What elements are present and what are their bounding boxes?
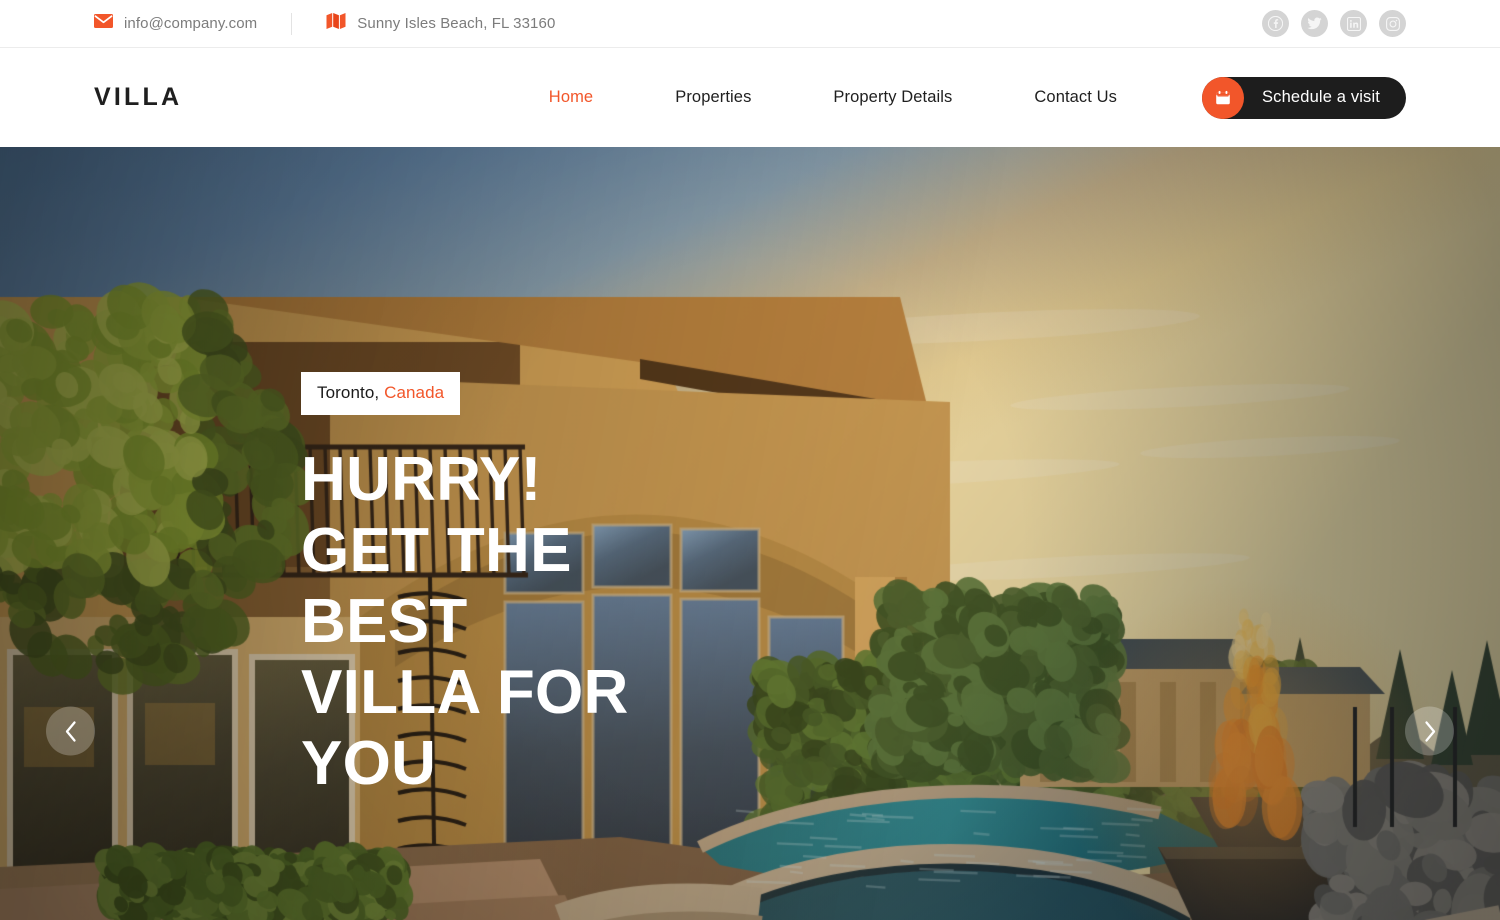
main-nav: Home Properties Property Details Contact… xyxy=(508,77,1406,119)
nav-item-properties[interactable]: Properties xyxy=(634,88,792,107)
hero-title-line-4: YOU xyxy=(301,728,731,799)
hero-title-line-1: HURRY! xyxy=(301,444,731,515)
topbar-divider xyxy=(291,13,292,35)
nav-item-property-details[interactable]: Property Details xyxy=(792,88,993,107)
map-icon xyxy=(326,12,346,35)
schedule-visit-label: Schedule a visit xyxy=(1262,88,1380,107)
slider-next-button[interactable] xyxy=(1405,707,1454,756)
hero-title-line-2: GET THE BEST xyxy=(301,515,731,657)
mail-icon xyxy=(94,14,113,33)
nav-item-home[interactable]: Home xyxy=(508,88,634,107)
hero-background-image xyxy=(0,147,1500,920)
topbar-email[interactable]: info@company.com xyxy=(94,14,257,33)
topbar: info@company.com Sunny Isles Beach, FL 3… xyxy=(0,0,1500,48)
location-city: Toronto, xyxy=(317,383,379,402)
instagram-icon[interactable] xyxy=(1379,10,1406,37)
social-links xyxy=(1262,10,1406,37)
logo[interactable]: VILLA xyxy=(94,83,182,112)
topbar-address-text: Sunny Isles Beach, FL 33160 xyxy=(357,15,555,32)
chevron-right-icon xyxy=(1422,720,1438,742)
location-badge: Toronto, Canada xyxy=(301,372,460,415)
topbar-address[interactable]: Sunny Isles Beach, FL 33160 xyxy=(326,12,555,35)
topbar-contact-group: info@company.com Sunny Isles Beach, FL 3… xyxy=(94,12,555,35)
hero-title: HURRY! GET THE BEST VILLA FOR YOU xyxy=(301,444,731,799)
nav-item-contact-us[interactable]: Contact Us xyxy=(993,88,1158,107)
hero-content: Toronto, Canada HURRY! GET THE BEST VILL… xyxy=(301,372,731,799)
twitter-icon[interactable] xyxy=(1301,10,1328,37)
chevron-left-icon xyxy=(63,720,79,742)
site-header: VILLA Home Properties Property Details C… xyxy=(0,48,1500,147)
schedule-visit-button[interactable]: Schedule a visit xyxy=(1202,77,1406,119)
facebook-icon[interactable] xyxy=(1262,10,1289,37)
hero-slider: Toronto, Canada HURRY! GET THE BEST VILL… xyxy=(0,147,1500,920)
linkedin-icon[interactable] xyxy=(1340,10,1367,37)
calendar-icon xyxy=(1202,77,1244,119)
location-country: Canada xyxy=(384,383,444,402)
slider-prev-button[interactable] xyxy=(46,707,95,756)
topbar-email-text: info@company.com xyxy=(124,15,257,32)
hero-title-line-3: VILLA FOR xyxy=(301,657,731,728)
